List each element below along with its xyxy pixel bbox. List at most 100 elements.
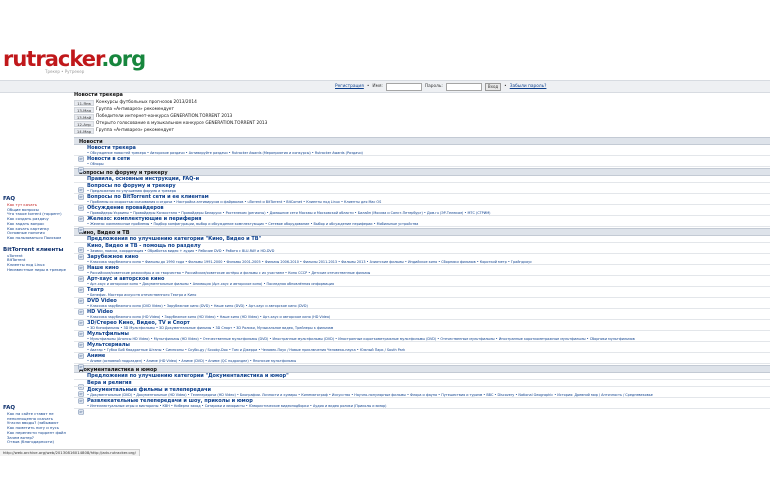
forum-icon: [78, 256, 84, 271]
forum-subforums[interactable]: • Железо: комплексные проблемы • Подбор …: [87, 222, 770, 226]
forum-subforums[interactable]: • Интеллектуальные игры и викторины • КВ…: [87, 404, 770, 408]
forum-icon: [78, 311, 84, 326]
forum-subforums[interactable]: • Бенефис. Мастера искусств отечественно…: [87, 293, 770, 297]
forum-row: Мультсериалы • Аватар • Губка Боб Квадрат…: [74, 342, 770, 359]
forum-row: Документальные фильмы и телепередачи • До…: [74, 387, 770, 404]
logo-tagline: Трекер • Рутрекер: [45, 69, 85, 74]
faq2-link[interactable]: Отзыв (благодарности): [7, 440, 73, 445]
category-header[interactable]: Новости: [74, 137, 770, 145]
forum-icon: [78, 289, 84, 304]
forum-subforums[interactable]: • Заявки, поиски, координация • Обработк…: [87, 249, 770, 253]
forum-icon: [78, 333, 84, 348]
forum-subforums[interactable]: • 3D Кинофильмы • 3D Мультфильмы • 3D До…: [87, 326, 770, 330]
clients-title: BitTorrent клиенты: [3, 246, 64, 253]
forum-icon: [78, 389, 84, 404]
forum-subforums[interactable]: • Аватар • Губка Боб Квадратные Штаны • …: [87, 348, 770, 352]
forum-subforums[interactable]: • Обзоры: [87, 162, 770, 166]
clients-list: uTorrentBitTorrentКлиенты под LinuxНеизв…: [3, 254, 73, 273]
username-input[interactable]: [385, 82, 422, 91]
forum-title-link[interactable]: Вера и религия: [87, 380, 770, 386]
forum-title-link[interactable]: Правила, основные инструкции, FAQ-и: [87, 176, 770, 182]
forum-subforums[interactable]: • Арт-хаус и авторское кино • Документал…: [87, 282, 770, 286]
forum-icon: [78, 278, 84, 293]
forgot-password-link[interactable]: Забыли пароль?: [510, 84, 547, 89]
register-link[interactable]: Регистрация: [335, 84, 364, 89]
forum-row: Предложения по улучшению категории "Кино…: [74, 236, 770, 253]
news-item[interactable]: 13-Май Победители интернет-конкурса GENER…: [74, 113, 294, 120]
news-title[interactable]: Открыто голосование в музыкальном конкур…: [96, 120, 267, 127]
sidebar-faq-2: FAQ Как на сайте ставят ненеполноценно с…: [3, 405, 73, 445]
category-header[interactable]: Кино, Видео и ТВ: [74, 228, 770, 236]
forum-row: Зарубежное кино • Классика зарубежного ки…: [74, 254, 770, 271]
forum-row: Кино, Видео и ТВ - помощь по разделу • За…: [74, 243, 770, 260]
forum-subforums[interactable]: • Классика зарубежного кино • Фильмы до …: [87, 260, 770, 264]
forum-title-link[interactable]: Предложения по улучшению категории "Кино…: [87, 236, 770, 242]
faq2-title: FAQ: [3, 405, 16, 411]
faq-link[interactable]: Как пользоваться Поиском: [7, 236, 73, 241]
forum-row: Правила, основные инструкции, FAQ-и: [74, 176, 770, 193]
forum-subforums[interactable]: • Российские/советские режиссёры и их тв…: [87, 271, 770, 275]
news-heading: Новости трекера: [74, 92, 123, 98]
news-item[interactable]: 14-Мар Группа «Антиварез» рекомендует: [74, 127, 294, 134]
faq-list: Как тут качатьОбщие вопросыЧто такое tor…: [3, 203, 73, 241]
news-item[interactable]: 12-Апр Открыто голосование в музыкальном …: [74, 120, 294, 127]
forum-row: Новости в сети • Обзоры: [74, 156, 770, 173]
forum-icon: [78, 400, 84, 415]
forum-row: 3D/Стерео Кино, Видео, TV и Спорт • 3D Ки…: [74, 320, 770, 337]
logo-text-ext: .org: [101, 47, 146, 71]
forum-row: Вопросы по BitTorrent сети и ее клиентам…: [74, 194, 770, 211]
faq2-list: Как на сайте ставят ненеполноценно скача…: [3, 412, 73, 445]
forum-title-link[interactable]: Предложения по улучшению категории "Доку…: [87, 373, 770, 379]
forum-row: Развлекательные телепередачи и шоу, прик…: [74, 398, 770, 415]
news-date: 12-Апр: [74, 120, 94, 127]
forum-subforums[interactable]: • Документальные (DVD) • Документальные …: [87, 393, 770, 397]
forum-row: Наше кино • Российские/советские режиссёр…: [74, 265, 770, 282]
name-label: Имя:: [372, 84, 383, 89]
forum-icon: [78, 245, 84, 260]
news-title[interactable]: Группа «Антиварез» рекомендует: [96, 127, 174, 134]
forum-icon: [78, 218, 84, 233]
sidebar: FAQ Как тут качатьОбщие вопросыЧто такое…: [3, 196, 73, 272]
status-bar-url: http://web.archive.org/web/2013081601480…: [0, 449, 140, 456]
forum-subforums[interactable]: • Аниме (основной подраздел) • Аниме (HD…: [87, 359, 770, 363]
tracker-news: Новости трекера 11-Янв Конкурсы футбольны…: [74, 92, 294, 134]
news-title[interactable]: Победители интернет-конкурса GENERATION.…: [96, 113, 232, 120]
logo-text-main: rutracker: [3, 47, 102, 71]
news-item[interactable]: 13-Мая Группа «Антиварез» рекомендует: [74, 106, 294, 113]
forum-subforums[interactable]: • Предложения по улучшению форума и трек…: [87, 189, 770, 193]
forum-icon: [78, 344, 84, 359]
forum-row: Новости трекера • Обсуждение новостей тре…: [74, 145, 770, 162]
forum-row: Вера и религия: [74, 380, 770, 397]
forum-icon: [78, 147, 84, 162]
forum-subforums[interactable]: • Классика зарубежного кино (DVD Video) …: [87, 304, 770, 308]
forum-icon: [78, 185, 84, 200]
forum-row: Обсуждение провайдеров • Провайдеры Украи…: [74, 205, 770, 222]
forum-subforums[interactable]: • Проблемы со скоростью скачивания и отд…: [87, 200, 770, 204]
client-link[interactable]: Неизвестные пиры в трекере: [7, 268, 73, 273]
news-date: 13-Май: [74, 113, 94, 120]
forum-icon: [78, 322, 84, 337]
forum-icon: [78, 300, 84, 315]
forum-row: Театр • Бенефис. Мастера искусств отечест…: [74, 287, 770, 304]
forum-subforums[interactable]: • Провайдеры Украины • Провайдеры Казахс…: [87, 211, 770, 215]
category-header[interactable]: Вопросы по форуму и трекеру: [74, 168, 770, 176]
forum-row: Мультфильмы • Мультфильмы (Анонсы HD Vide…: [74, 331, 770, 348]
news-date: 14-Мар: [74, 127, 94, 134]
login-button[interactable]: Вход: [484, 82, 502, 91]
news-date: 11-Янв: [74, 99, 94, 106]
forum-row: Арт-хаус и авторское кино • Арт-хаус и ав…: [74, 276, 770, 293]
forum-subforums[interactable]: • Классика зарубежного кино (HD Video) •…: [87, 315, 770, 319]
news-item[interactable]: 11-Янв Конкурсы футбольных прогнозов 2013…: [74, 99, 294, 106]
forum-row: Предложения по улучшению категории "Доку…: [74, 373, 770, 390]
forum-subforums[interactable]: • Обсуждение новостей трекера • Авторски…: [87, 151, 770, 155]
news-title[interactable]: Группа «Антиварез» рекомендует: [96, 106, 174, 113]
site-logo[interactable]: rutracker.org Трекер • Рутрекер: [3, 47, 146, 77]
forum-row: HD Video • Классика зарубежного кино (HD …: [74, 309, 770, 326]
forum-row: Железо: комплектующие и периферия • Желез…: [74, 216, 770, 233]
forum-index: Новости Новости трекера • Обсуждение новос…: [74, 136, 770, 415]
forum-icon: [78, 355, 84, 370]
forum-subforums[interactable]: • Мультфильмы (Анонсы HD Video) • Мультф…: [87, 337, 770, 341]
password-input[interactable]: [445, 82, 482, 91]
news-title[interactable]: Конкурсы футбольных прогнозов 2013/2014: [96, 99, 197, 106]
category-header[interactable]: Документалистика и юмор: [74, 365, 770, 373]
